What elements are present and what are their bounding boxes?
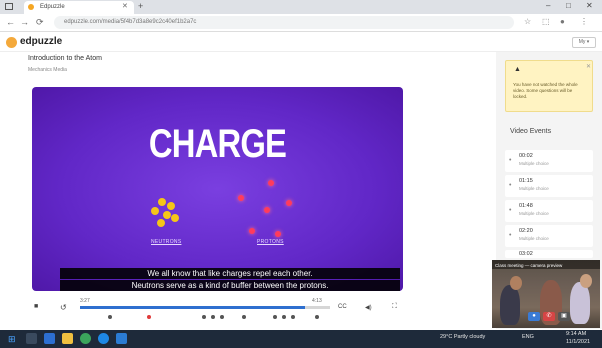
event-type: Multiple choice (519, 186, 549, 191)
person-head (510, 276, 522, 290)
neutrons-label: NEUTRONS (151, 239, 182, 245)
neutron-dot (163, 211, 171, 219)
person-head (580, 274, 592, 288)
bullet-icon: • (509, 157, 512, 164)
event-time: 00:02 (519, 153, 533, 159)
brand-name[interactable]: edpuzzle (20, 36, 62, 47)
webcam-title: Class meeting — camera preview (495, 263, 563, 268)
profile-icon[interactable]: ● (560, 17, 565, 26)
bullet-icon: • (509, 182, 512, 189)
neutron-dot (171, 214, 179, 222)
word-icon[interactable] (116, 333, 127, 344)
reload-button[interactable]: ⟳ (36, 17, 44, 28)
question-marker[interactable] (202, 315, 206, 319)
weather-status[interactable]: 29°C Partly cloudy (440, 334, 485, 340)
volume-button[interactable]: ◀) (365, 304, 372, 311)
question-marker[interactable] (147, 315, 151, 319)
question-marker[interactable] (282, 315, 286, 319)
browser-tab[interactable]: Edpuzzle (24, 1, 134, 14)
question-marker[interactable] (315, 315, 319, 319)
event-time: 02:20 (519, 228, 533, 234)
event-time: 03:02 (519, 251, 533, 257)
star-icon[interactable]: ☆ (524, 17, 531, 26)
hangup-icon[interactable]: ✆ (543, 312, 555, 321)
event-type: Multiple choice (519, 211, 549, 216)
clock-time[interactable]: 9:14 AM (566, 331, 586, 337)
question-marker[interactable] (242, 315, 246, 319)
event-type: Multiple choice (519, 161, 549, 166)
proton-dot (249, 228, 255, 234)
event-time: 01:48 (519, 203, 533, 209)
maximize-button[interactable]: □ (566, 1, 571, 10)
question-marker[interactable] (211, 315, 215, 319)
search-icon[interactable] (26, 333, 37, 344)
task-view-icon[interactable] (44, 333, 55, 344)
neutron-dot (167, 202, 175, 210)
current-time: 3:27 (80, 298, 90, 304)
close-icon[interactable]: ✕ (586, 63, 591, 70)
minimize-button[interactable]: – (546, 1, 550, 10)
neutron-dot (157, 219, 165, 227)
page-subtitle: Mechanics Media (28, 67, 67, 73)
stop-icon[interactable]: ■ (34, 303, 38, 310)
file-explorer-icon[interactable] (62, 333, 73, 344)
edge-icon[interactable] (98, 333, 109, 344)
proton-dot (268, 180, 274, 186)
tab-close-icon[interactable]: ✕ (122, 2, 128, 10)
back-button[interactable]: ← (6, 17, 15, 27)
page-title: Introduction to the Atom (28, 55, 102, 62)
question-marker[interactable] (220, 315, 224, 319)
person-figure (570, 282, 590, 324)
caption-line: We all know that like charges repel each… (60, 268, 400, 279)
question-marker[interactable] (108, 315, 112, 319)
neutron-dot (151, 207, 159, 215)
url-field[interactable]: edpuzzle.com/media/5f4b7d3a8e9c2c40ef1b2… (54, 16, 514, 29)
new-tab-button[interactable]: + (138, 1, 143, 11)
event-type: Multiple choice (519, 236, 549, 241)
fullscreen-button[interactable]: ⛶ (392, 303, 397, 311)
camera-icon[interactable]: ▣ (558, 312, 570, 321)
bullet-icon: • (509, 232, 512, 239)
event-time: 01:15 (519, 178, 533, 184)
events-title: Video Events (510, 128, 552, 135)
menu-icon[interactable]: ⋮ (580, 17, 588, 26)
caption-line: Neutrons serve as a kind of buffer betwe… (60, 280, 400, 291)
forward-button[interactable]: → (20, 17, 29, 27)
bullet-icon: • (509, 207, 512, 214)
neutron-dot (158, 198, 166, 206)
proton-dot (286, 200, 292, 206)
proton-dot (275, 231, 281, 237)
protons-label: PROTONS (257, 239, 284, 245)
rewind-button[interactable]: ↺ (60, 303, 67, 312)
app-header (0, 32, 602, 52)
extensions-icon[interactable]: ⬚ (542, 17, 550, 26)
mic-icon[interactable]: ● (528, 312, 540, 321)
tab-actions-icon[interactable] (5, 3, 13, 10)
chrome-icon[interactable] (80, 333, 91, 344)
proton-dot (264, 207, 270, 213)
person-figure (500, 285, 520, 325)
windows-start-icon[interactable]: ⊞ (8, 334, 16, 345)
question-marker[interactable] (291, 315, 295, 319)
clock-date[interactable]: 11/1/2021 (566, 339, 590, 345)
video-heading: CHARGE (148, 122, 287, 166)
cc-button[interactable]: CC (338, 304, 347, 310)
seek-bar-progress (80, 306, 305, 309)
account-menu-button[interactable]: My ▾ (572, 37, 596, 48)
close-window-button[interactable]: ✕ (586, 1, 593, 10)
edpuzzle-logo-icon[interactable] (6, 37, 17, 48)
language-indicator[interactable]: ENG (522, 334, 534, 340)
video-player[interactable] (32, 87, 403, 291)
tab-favicon-icon (28, 4, 34, 10)
question-marker[interactable] (273, 315, 277, 319)
total-time: 4:13 (312, 298, 322, 304)
warning-text: You have not watched the whole video. So… (513, 82, 578, 99)
proton-dot (238, 195, 244, 201)
warning-icon: ▲ (514, 66, 521, 73)
